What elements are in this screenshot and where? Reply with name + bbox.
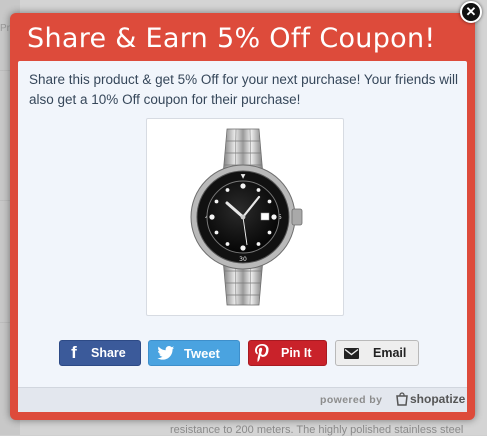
modal-body: Share this product & get 5% Off for your… <box>18 61 467 412</box>
product-image: ▼ 15 30 45 <box>146 118 344 316</box>
close-icon: ✕ <box>465 4 477 19</box>
modal-title: Share & Earn 5% Off Coupon! <box>27 23 436 54</box>
svg-text:▼: ▼ <box>241 173 246 180</box>
share-coupon-modal: Share & Earn 5% Off Coupon! Share this p… <box>10 13 475 420</box>
modal-footer: powered by shopatize <box>18 387 467 412</box>
twitter-tweet-label: Tweet <box>184 345 220 361</box>
modal-description: Share this product & get 5% Off for your… <box>29 72 458 107</box>
pinterest-icon <box>250 341 274 365</box>
shopatize-logo[interactable]: shopatize <box>395 392 465 406</box>
facebook-share-button[interactable]: f Share <box>59 340 141 366</box>
svg-text:30: 30 <box>239 256 247 263</box>
pinterest-pin-button[interactable]: Pin It <box>248 340 327 366</box>
pinterest-pin-label: Pin It <box>281 346 312 360</box>
background-fragment: Pr <box>0 23 10 34</box>
twitter-bird-icon <box>153 341 179 365</box>
shopatize-brand-text: shopatize <box>410 392 466 406</box>
shopatize-bag-icon <box>396 392 408 406</box>
email-share-label: Email <box>373 346 407 360</box>
email-share-button[interactable]: Email <box>335 340 419 366</box>
powered-by-label: powered by <box>320 394 383 406</box>
envelope-icon <box>339 341 363 365</box>
background-text: resistance to 200 meters. The highly pol… <box>170 424 464 436</box>
facebook-icon: f <box>71 343 77 362</box>
wristwatch-image: ▼ 15 30 45 <box>190 128 303 306</box>
close-button[interactable]: ✕ <box>460 1 482 23</box>
facebook-share-label: Share <box>91 346 126 360</box>
twitter-tweet-button[interactable]: Tweet <box>148 340 240 366</box>
